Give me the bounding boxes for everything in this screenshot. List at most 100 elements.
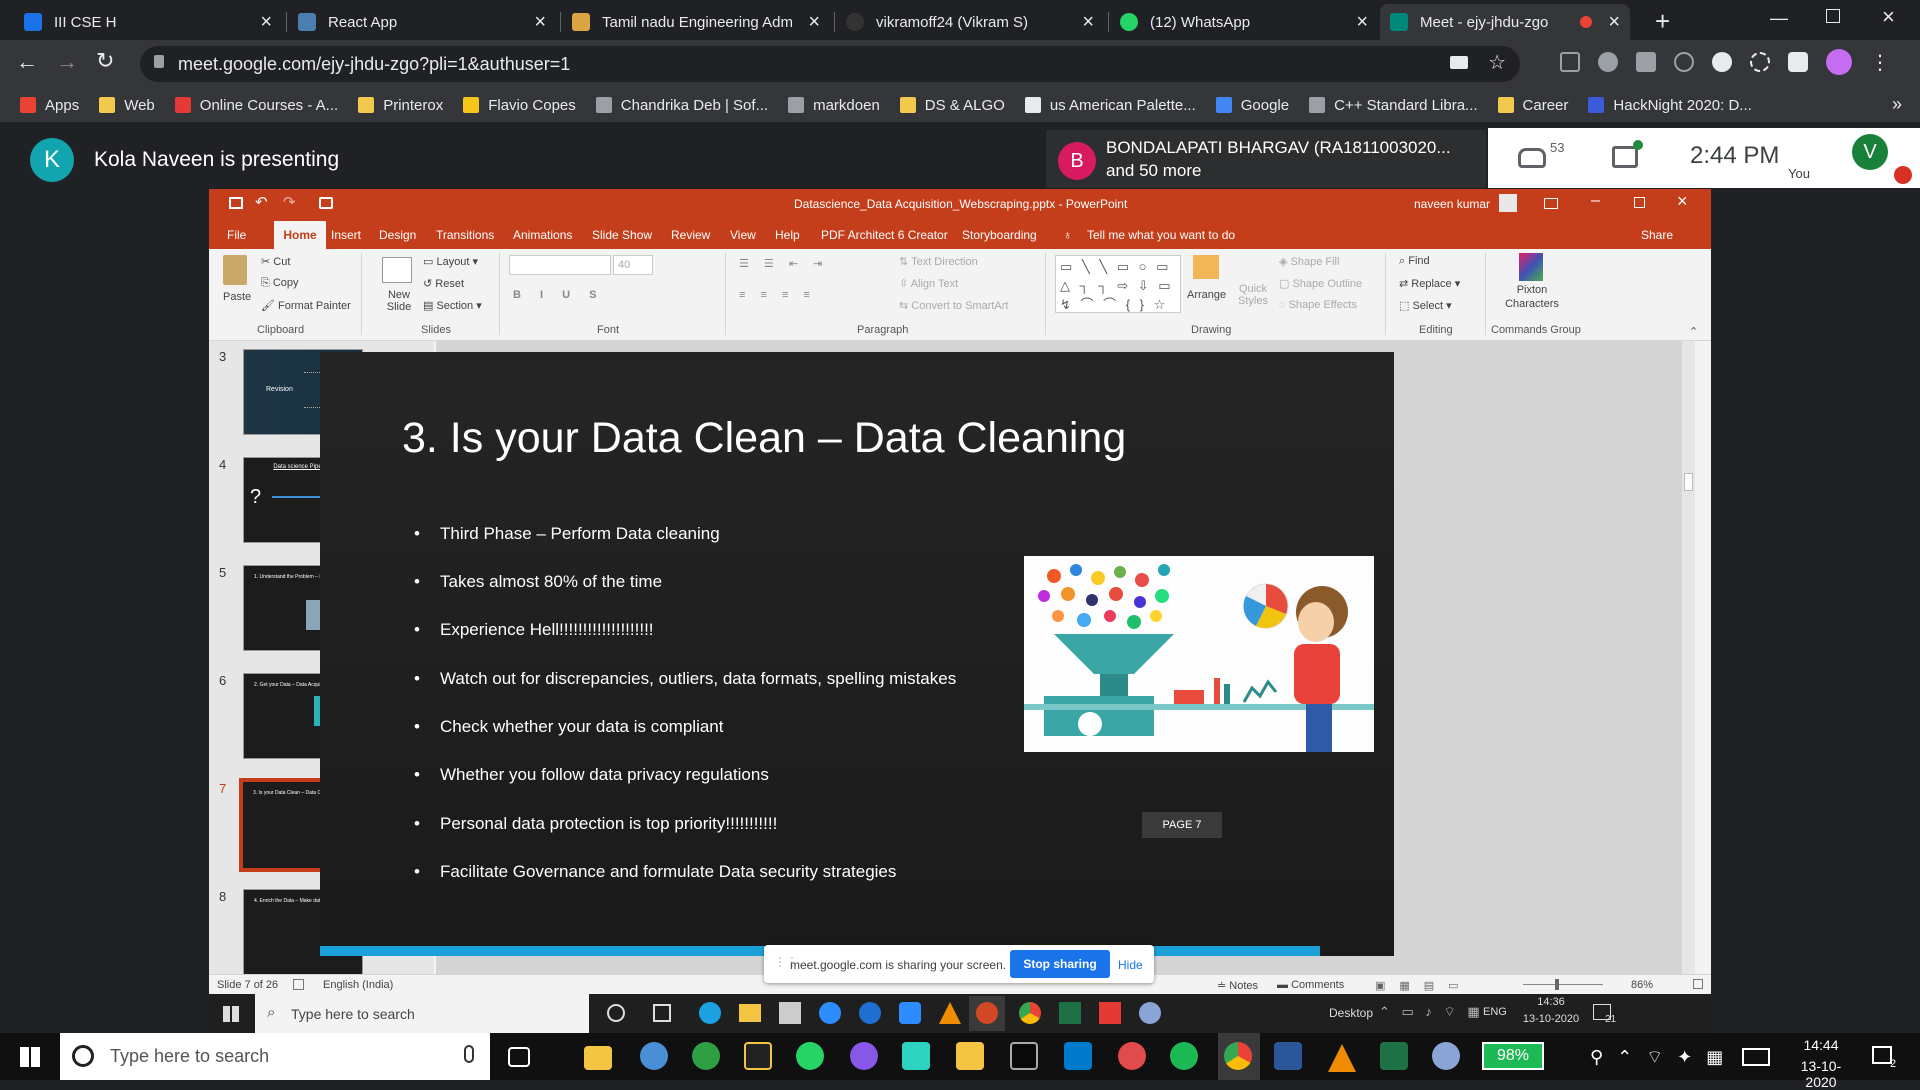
more-bookmarks-icon[interactable]: » [1892,94,1902,115]
start-slideshow-icon[interactable] [319,197,333,209]
tab-help[interactable]: Help [775,228,800,242]
app-icon[interactable] [1118,1042,1146,1070]
address-bar[interactable]: meet.google.com/ejy-jhdu-zgo?pli=1&authu… [140,46,1520,82]
search-box[interactable]: ⌕ Type here to search [255,994,589,1033]
extension-icon[interactable] [1636,52,1656,72]
r-icon[interactable] [1432,1042,1460,1070]
zoom-slider-handle[interactable] [1555,979,1559,990]
browser-tab-active[interactable]: Meet - ejy-jhdu-zgo × [1380,4,1630,40]
select-button[interactable]: ⬚ Select ▾ [1399,299,1452,312]
react-devtools-icon[interactable] [1750,52,1770,72]
menu-icon[interactable]: ⋮ [1870,50,1890,75]
extension-icon[interactable] [1560,52,1580,72]
spotify-icon[interactable] [1170,1042,1198,1070]
bookmark-item[interactable]: DS & ALGO [899,97,1005,114]
find-button[interactable]: ⌕ Find [1399,255,1430,268]
extension-icon[interactable] [1674,52,1694,72]
arrange-icon[interactable] [1193,255,1219,279]
zoom-meetings-icon[interactable] [899,1002,921,1024]
tab-storyboarding[interactable]: Storyboarding [962,228,1037,242]
copy-button[interactable]: ⎘ Copy [261,277,299,290]
save-icon[interactable] [229,197,243,209]
tray-language[interactable]: ENG [1483,1006,1507,1018]
tab-transitions[interactable]: Transitions [436,228,494,242]
zoom-icon[interactable] [819,1002,841,1024]
tray-time[interactable]: 14:36 [1521,996,1581,1008]
tab-review[interactable]: Review [671,228,710,242]
close-tab-icon[interactable]: × [1082,12,1094,32]
new-slide-button[interactable]: New Slide [379,289,419,313]
terminal-icon[interactable] [744,1042,772,1070]
zoom-level[interactable]: 86% [1631,979,1653,991]
ppt-close-icon[interactable]: × [1677,191,1688,212]
undo-icon[interactable]: ↶ [255,193,268,211]
app-icon[interactable] [1099,1002,1121,1024]
self-avatar[interactable]: V [1852,134,1888,170]
paste-icon[interactable] [223,255,247,285]
tab-pdf-architect[interactable]: PDF Architect 6 Creator [821,228,948,242]
shape-effects-button[interactable]: ◌ Shape Effects [1279,299,1357,311]
forward-icon[interactable]: → [56,49,78,75]
edge-icon[interactable] [699,1002,721,1024]
clock-date[interactable]: 13-10-2020 [1786,1058,1856,1090]
tab-view[interactable]: View [730,228,756,242]
browser-tab[interactable]: III CSE H × [14,4,282,40]
redo-icon[interactable]: ↷ [283,193,296,211]
convert-smartart-button[interactable]: ⇆ Convert to SmartArt [899,299,1008,312]
camera-icon[interactable] [1450,56,1468,69]
new-slide-icon[interactable] [382,257,412,283]
sticky-notes-icon[interactable] [956,1042,984,1070]
align-buttons[interactable]: ≡ ≡ ≡ ≡ [739,289,816,301]
start-icon[interactable] [20,1047,40,1067]
browser-tab[interactable]: vikramoff24 (Vikram S) × [836,4,1104,40]
tray-icons[interactable]: ⚲⌃⌔✦▦ [1590,1046,1737,1069]
join-notification[interactable]: B BONDALAPATI BHARGAV (RA1811003020... a… [1046,130,1486,188]
chat-icon[interactable] [1612,146,1638,168]
shape-fill-button[interactable]: ◈ Shape Fill [1279,255,1339,268]
vlc-icon[interactable] [1328,1044,1356,1072]
close-tab-icon[interactable]: × [808,12,820,32]
tray-icons[interactable]: ⌃ ▭ ♪ ⌔ ▦ [1379,1004,1484,1020]
task-view-icon[interactable] [653,1004,671,1022]
collapse-ribbon-icon[interactable]: ⌃ [1689,325,1698,338]
dark-mode-icon[interactable] [1712,52,1732,72]
close-window-icon[interactable]: × [1882,4,1895,30]
excel-icon[interactable] [1059,1002,1081,1024]
replace-button[interactable]: ⇄ Replace ▾ [1399,277,1460,290]
restore-icon[interactable] [1826,9,1840,23]
bookmark-item[interactable]: Google [1215,97,1289,114]
cut-button[interactable]: ✂ Cut [261,255,290,268]
tab-slideshow[interactable]: Slide Show [592,228,652,242]
cortana-icon[interactable] [607,1004,625,1022]
file-explorer-icon[interactable] [584,1046,612,1070]
language-status[interactable]: English (India) [323,979,393,991]
paste-button[interactable]: Paste [223,291,251,303]
reset-button[interactable]: ↺ Reset [423,277,464,290]
dev-icon[interactable] [1010,1042,1038,1070]
snip-icon[interactable] [640,1042,668,1070]
participants-icon[interactable] [1518,148,1546,168]
bookmark-item[interactable]: HackNight 2020: D... [1588,97,1752,114]
close-tab-icon[interactable]: × [1356,12,1368,32]
browser-tab[interactable]: Tamil nadu Engineering Adm × [562,4,830,40]
whatsapp-icon[interactable] [796,1042,824,1070]
shapes-gallery[interactable]: ▭ ╲ ╲ ▭ ○ ▭ △ ┐ ┐ ⇨ ⇩ ▭ ↯ ⌒ ⌒ { } ☆ [1055,255,1181,313]
vlc-icon[interactable] [939,1002,961,1024]
font-style-buttons[interactable]: B I U S [513,289,604,301]
tab-home[interactable]: Home [277,228,323,242]
close-tab-icon[interactable]: × [260,12,272,32]
list-buttons[interactable]: ☰ ☰ ⇤ ⇥ [739,257,828,270]
vscode-icon[interactable] [1064,1042,1092,1070]
scroll-thumb[interactable] [1684,473,1693,491]
keyboard-icon[interactable] [1742,1048,1770,1066]
close-tab-icon[interactable]: × [1608,12,1620,32]
zoom-slider[interactable] [1523,984,1603,985]
store-icon[interactable] [779,1002,801,1024]
layout-button[interactable]: ▭ Layout ▾ [423,255,478,268]
bookmark-item[interactable]: Apps [20,97,79,114]
new-tab-icon[interactable]: + [1655,6,1670,37]
browser-tab[interactable]: (12) WhatsApp × [1110,4,1378,40]
bookmark-item[interactable]: markdoen [788,97,880,114]
tab-design[interactable]: Design [379,228,416,242]
shape-outline-button[interactable]: ▢ Shape Outline [1279,277,1362,290]
